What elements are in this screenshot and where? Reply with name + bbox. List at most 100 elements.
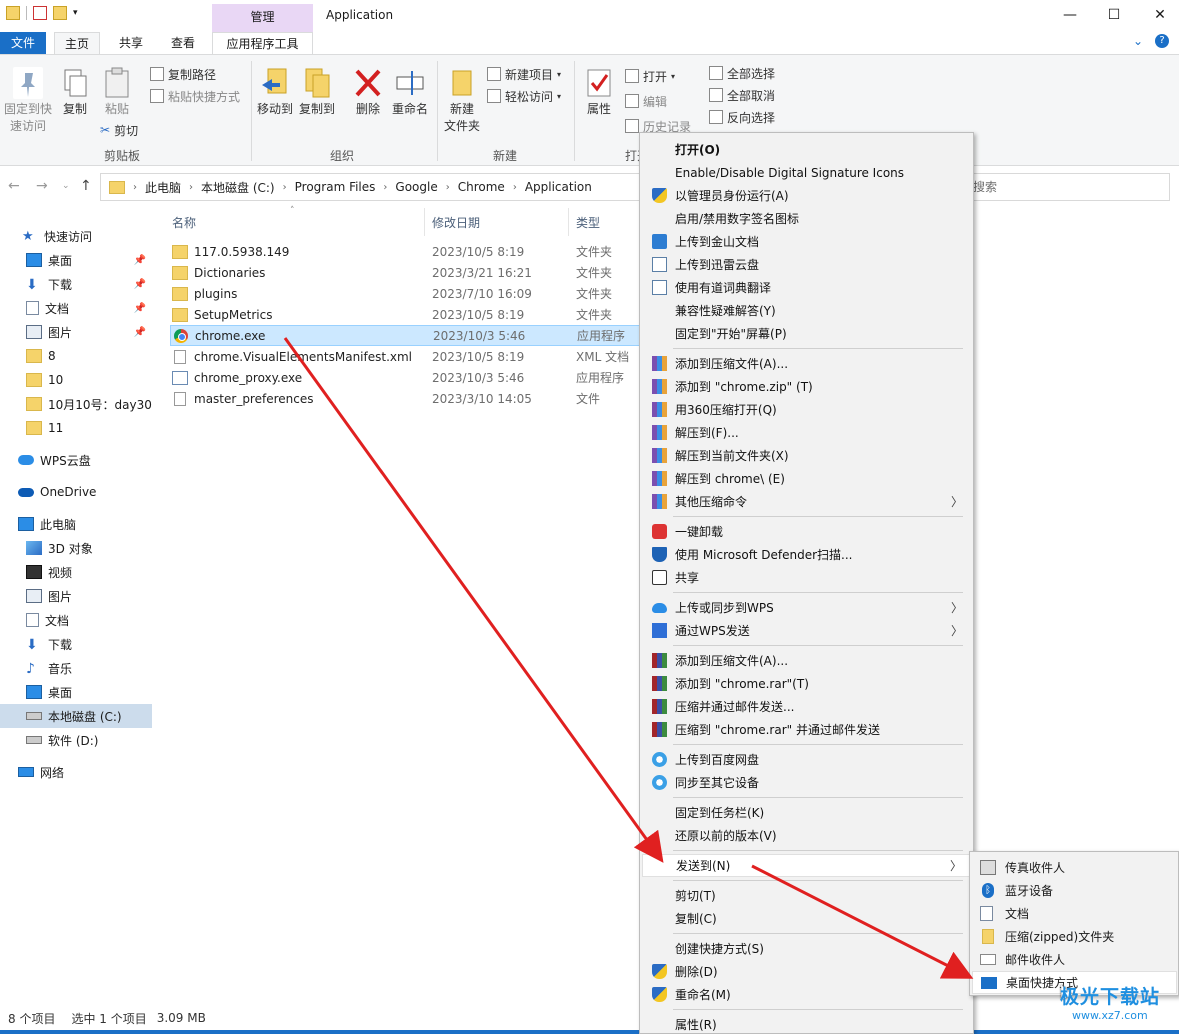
send-to-zip-folder[interactable]: 压缩(zipped)文件夹: [972, 925, 1177, 948]
menu-item-properties[interactable]: 属性(R): [642, 1013, 971, 1034]
menu-item-copy[interactable]: 复制(C): [642, 907, 971, 930]
address-bar[interactable]: › 此电脑 › 本地磁盘 (C:) › Program Files › Goog…: [100, 173, 730, 201]
nav-downloads-pc[interactable]: ⬇ 下载: [0, 632, 152, 656]
menu-item-upload-thunder[interactable]: 上传到迅雷云盘: [642, 253, 971, 276]
column-header-name[interactable]: 名称: [172, 214, 196, 231]
menu-item-share[interactable]: 共享: [642, 566, 971, 589]
menu-item-cut[interactable]: 剪切(T): [642, 884, 971, 907]
copy-path-button[interactable]: 复制路径: [150, 64, 216, 84]
send-to-documents[interactable]: 文档: [972, 902, 1177, 925]
menu-item-rar-chrome-email[interactable]: 压缩到 "chrome.rar" 并通过邮件发送: [642, 718, 971, 741]
menu-item-open-360zip[interactable]: 用360压缩打开(Q): [642, 398, 971, 421]
nav-downloads[interactable]: ⬇ 下载 📌: [0, 272, 152, 296]
nav-onedrive[interactable]: OneDrive: [0, 480, 152, 504]
edit-button[interactable]: 编辑: [625, 91, 667, 111]
paste-shortcut-button[interactable]: 粘贴快捷方式: [150, 86, 240, 106]
maximize-button[interactable]: ☐: [1091, 0, 1137, 30]
nav-this-pc[interactable]: 此电脑: [0, 512, 152, 536]
menu-item-wps-send[interactable]: 通过WPS发送〉: [642, 619, 971, 642]
select-none-button[interactable]: 全部取消: [709, 85, 775, 105]
send-to-bluetooth[interactable]: ᛒ 蓝牙设备: [972, 879, 1177, 902]
expand-ribbon-icon[interactable]: ⌄: [1133, 34, 1143, 48]
menu-item-rar-email[interactable]: 压缩并通过邮件发送...: [642, 695, 971, 718]
menu-item-other-compress[interactable]: 其他压缩命令〉: [642, 490, 971, 513]
pin-quick-access-button[interactable]: 固定到快 速访问: [3, 67, 53, 135]
nav-folder-day309[interactable]: 10月10号：day309: [0, 392, 152, 416]
menu-item-add-to-chrome-zip[interactable]: 添加到 "chrome.zip" (T): [642, 375, 971, 398]
breadcrumb-separator-icon[interactable]: ›: [189, 182, 193, 193]
nav-folder-11[interactable]: 11: [0, 416, 152, 440]
send-to-desktop-shortcut[interactable]: 桌面快捷方式: [972, 971, 1177, 994]
nav-folder-8[interactable]: 8: [0, 344, 152, 368]
breadcrumb-item[interactable]: Google: [395, 180, 437, 194]
menu-item-toggle-signature-icons[interactable]: 启用/禁用数字签名图标: [642, 207, 971, 230]
menu-item-rar-add[interactable]: 添加到压缩文件(A)...: [642, 649, 971, 672]
menu-item-pin-start[interactable]: 固定到"开始"屏幕(P): [642, 322, 971, 345]
tab-share[interactable]: 共享: [108, 32, 154, 54]
help-icon[interactable]: ?: [1155, 34, 1169, 48]
pin-icon[interactable]: 📌: [134, 279, 146, 290]
menu-item-compat-troubleshoot[interactable]: 兼容性疑难解答(Y): [642, 299, 971, 322]
invert-selection-button[interactable]: 反向选择: [709, 107, 775, 127]
breadcrumb-separator-icon[interactable]: ›: [513, 182, 517, 193]
file-row[interactable]: SetupMetrics 2023/10/5 8:19 文件夹: [170, 304, 640, 325]
menu-item-baidu-upload[interactable]: 上传到百度网盘: [642, 748, 971, 771]
menu-item-digital-signature[interactable]: Enable/Disable Digital Signature Icons: [642, 161, 971, 184]
send-to-fax[interactable]: 传真收件人: [972, 856, 1177, 879]
back-arrow-icon[interactable]: ←: [8, 178, 20, 194]
nav-documents[interactable]: 文档 📌: [0, 296, 152, 320]
menu-item-sync-devices[interactable]: 同步至其它设备: [642, 771, 971, 794]
tab-home[interactable]: 主页: [54, 32, 100, 54]
menu-item-add-to-archive[interactable]: 添加到压缩文件(A)...: [642, 352, 971, 375]
nav-documents-pc[interactable]: 文档: [0, 608, 152, 632]
copy-to-button[interactable]: 复制到: [298, 67, 336, 118]
nav-3d-objects[interactable]: 3D 对象: [0, 536, 152, 560]
file-row[interactable]: plugins 2023/7/10 16:09 文件夹: [170, 283, 640, 304]
pin-icon[interactable]: 📌: [134, 327, 146, 338]
file-row[interactable]: 117.0.5938.149 2023/10/5 8:19 文件夹: [170, 241, 640, 262]
menu-item-wps-sync[interactable]: 上传或同步到WPS 〉: [642, 596, 971, 619]
new-item-button[interactable]: 新建项目 ▾: [487, 64, 561, 84]
menu-item-send-to[interactable]: 发送到(N) 〉: [642, 854, 971, 877]
paste-button[interactable]: 粘贴: [100, 67, 134, 118]
file-row[interactable]: chrome_proxy.exe 2023/10/3 5:46 应用程序: [170, 367, 640, 388]
close-button[interactable]: ✕: [1137, 0, 1179, 30]
breadcrumb-separator-icon[interactable]: ›: [446, 182, 450, 193]
easy-access-button[interactable]: 轻松访问 ▾: [487, 86, 561, 106]
menu-item-uninstall[interactable]: 一键卸载: [642, 520, 971, 543]
recent-locations-icon[interactable]: ⌄: [62, 181, 70, 191]
breadcrumb-item[interactable]: 本地磁盘 (C:): [201, 179, 275, 196]
menu-item-rar-add-chrome[interactable]: 添加到 "chrome.rar"(T): [642, 672, 971, 695]
menu-item-upload-kdocs[interactable]: 上传到金山文档: [642, 230, 971, 253]
file-row[interactable]: master_preferences 2023/3/10 14:05 文件: [170, 388, 640, 409]
delete-button[interactable]: 删除: [352, 67, 384, 118]
nav-wps-cloud[interactable]: WPS云盘: [0, 448, 152, 472]
copy-button[interactable]: 复制: [58, 67, 92, 118]
nav-pictures-pc[interactable]: 图片: [0, 584, 152, 608]
search-input[interactable]: 搜索: [960, 173, 1170, 201]
forward-arrow-icon[interactable]: →: [36, 178, 48, 194]
breadcrumb-separator-icon[interactable]: ›: [383, 182, 387, 193]
move-to-button[interactable]: 移动到: [256, 67, 294, 118]
qat-dropdown-icon[interactable]: ▾: [73, 8, 78, 18]
column-header-date[interactable]: 修改日期: [432, 214, 480, 231]
send-to-mail[interactable]: 邮件收件人: [972, 948, 1177, 971]
menu-item-extract-to[interactable]: 解压到(F)...: [642, 421, 971, 444]
breadcrumb-item[interactable]: Chrome: [458, 180, 505, 194]
nav-music[interactable]: ♪ 音乐: [0, 656, 152, 680]
file-row[interactable]: Dictionaries 2023/3/21 16:21 文件夹: [170, 262, 640, 283]
menu-item-run-as-admin[interactable]: 以管理员身份运行(A): [642, 184, 971, 207]
minimize-button[interactable]: —: [1047, 0, 1093, 30]
nav-local-disk-c[interactable]: 本地磁盘 (C:): [0, 704, 152, 728]
up-arrow-icon[interactable]: ↑: [80, 178, 92, 194]
nav-folder-10[interactable]: 10: [0, 368, 152, 392]
breadcrumb-item[interactable]: Program Files: [295, 180, 376, 194]
breadcrumb-item[interactable]: 此电脑: [145, 179, 181, 196]
menu-item-defender-scan[interactable]: 使用 Microsoft Defender扫描...: [642, 543, 971, 566]
new-folder-icon[interactable]: [53, 6, 67, 20]
nav-pictures[interactable]: 图片 📌: [0, 320, 152, 344]
nav-desktop-pc[interactable]: 桌面: [0, 680, 152, 704]
pin-icon[interactable]: 📌: [134, 255, 146, 266]
menu-item-create-shortcut[interactable]: 创建快捷方式(S): [642, 937, 971, 960]
divider[interactable]: [424, 208, 425, 236]
